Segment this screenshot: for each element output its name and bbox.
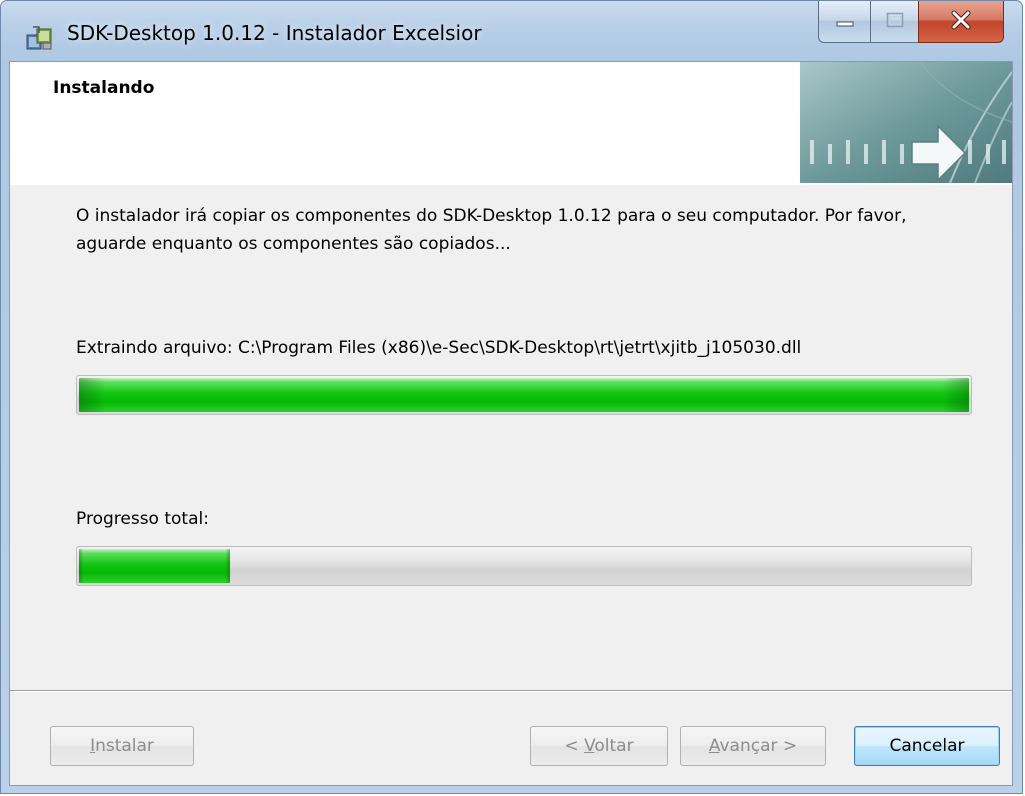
total-progress-label: Progresso total: bbox=[76, 509, 209, 529]
banner-arrow-graphic bbox=[800, 61, 1013, 184]
window-title: SDK-Desktop 1.0.12 - Instalador Excelsio… bbox=[67, 21, 482, 45]
back-button-label: < Voltar bbox=[564, 736, 634, 756]
page-title: Instalando bbox=[53, 78, 155, 98]
install-button-label: Instalar bbox=[90, 736, 154, 756]
file-progress-bar bbox=[76, 375, 972, 415]
close-button[interactable] bbox=[918, 1, 1004, 43]
total-progress-bar bbox=[76, 546, 972, 586]
header-banner: Instalando bbox=[10, 61, 1013, 185]
file-progress-fill bbox=[79, 378, 969, 412]
close-icon bbox=[950, 10, 972, 34]
installer-client-area: Instalando O instalador irá copiar os co… bbox=[9, 61, 1013, 786]
maximize-button[interactable] bbox=[870, 1, 918, 43]
caption-buttons bbox=[818, 1, 1004, 45]
current-file-label: Extraindo arquivo: C:\Program Files (x86… bbox=[76, 338, 802, 358]
install-description: O instalador irá copiar os componentes d… bbox=[76, 206, 907, 254]
install-button[interactable]: Instalar bbox=[50, 726, 194, 766]
back-button[interactable]: < Voltar bbox=[530, 726, 668, 766]
next-button[interactable]: Avançar > bbox=[680, 726, 826, 766]
next-button-label: Avançar > bbox=[708, 736, 798, 756]
footer-separator-highlight bbox=[10, 691, 1012, 692]
title-bar[interactable]: SDK-Desktop 1.0.12 - Instalador Excelsio… bbox=[1, 1, 1022, 61]
cancel-button-label: Cancelar bbox=[889, 736, 965, 756]
maximize-icon bbox=[886, 12, 904, 32]
minimize-icon bbox=[836, 12, 854, 31]
banner-separator bbox=[10, 184, 1012, 185]
minimize-button[interactable] bbox=[818, 1, 870, 43]
total-progress-fill bbox=[79, 549, 231, 583]
cancel-button[interactable]: Cancelar bbox=[854, 726, 1000, 766]
installer-window: SDK-Desktop 1.0.12 - Instalador Excelsio… bbox=[0, 0, 1023, 794]
installer-package-icon[interactable] bbox=[25, 25, 55, 51]
